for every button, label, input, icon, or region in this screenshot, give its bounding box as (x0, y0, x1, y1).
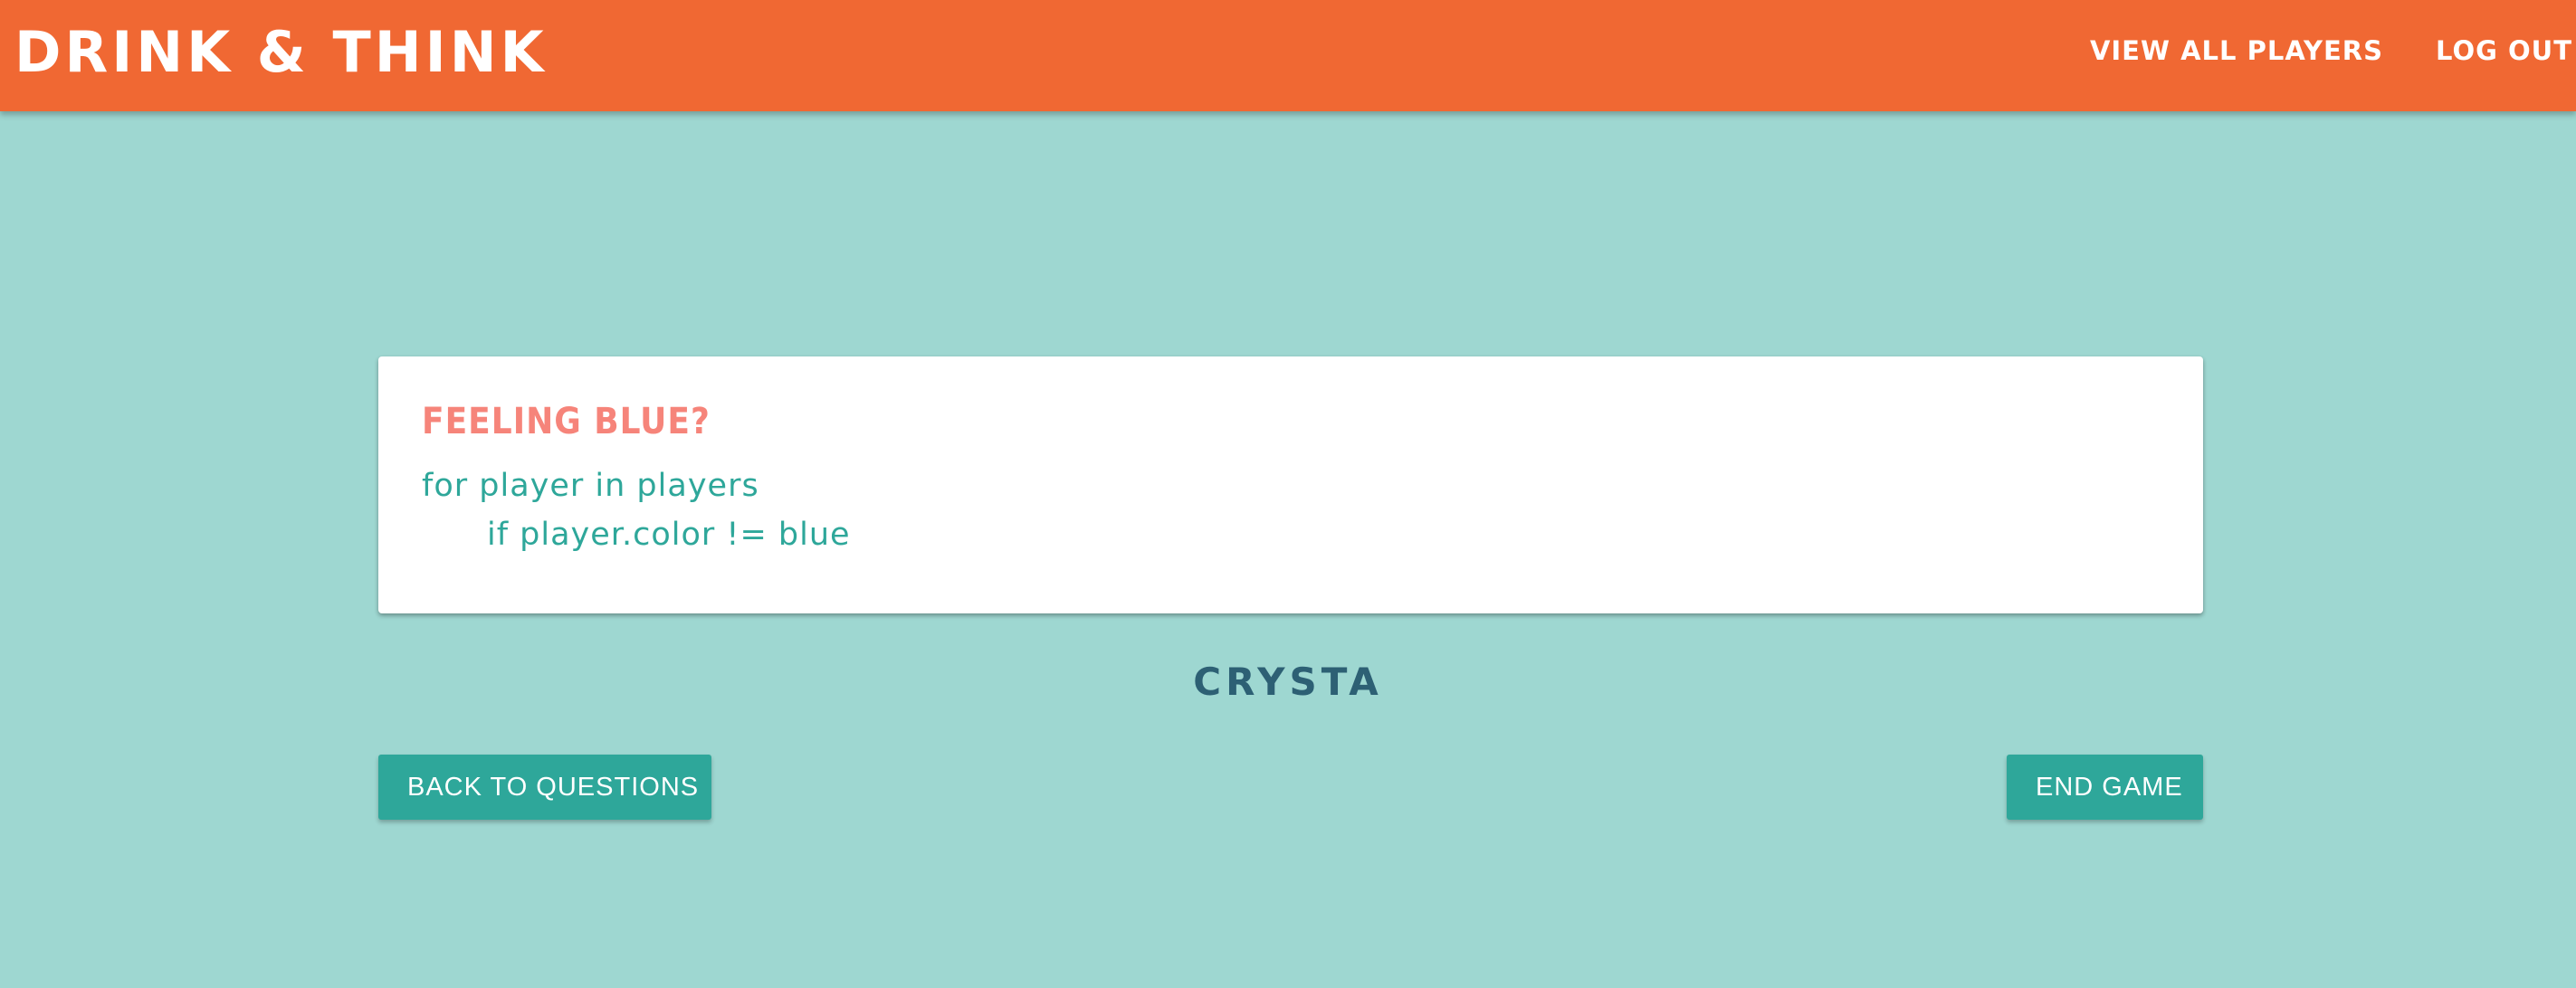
question-card: FEELING BLUE? for player in players if p… (378, 356, 2203, 613)
top-navbar: DRINK & THINK VIEW ALL PLAYERS LOG OUT (0, 0, 2576, 111)
question-code-line: if player.color != blue (487, 517, 851, 553)
question-title: FEELING BLUE? (422, 401, 711, 442)
nav-links: VIEW ALL PLAYERS LOG OUT (2090, 33, 2576, 69)
app-title[interactable]: DRINK & THINK (14, 16, 548, 89)
end-game-button[interactable]: END GAME (2007, 755, 2203, 820)
view-all-players-link[interactable]: VIEW ALL PLAYERS (2090, 33, 2383, 69)
current-player-name: CRYSTA (1193, 660, 1383, 704)
back-to-questions-button[interactable]: BACK TO QUESTIONS (378, 755, 711, 820)
question-code-line: for player in players (422, 468, 759, 504)
log-out-link[interactable]: LOG OUT (2436, 33, 2572, 69)
